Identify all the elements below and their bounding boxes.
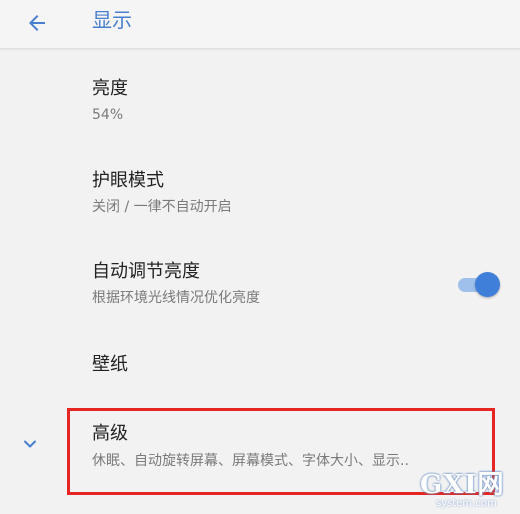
setting-brightness-value: 54% bbox=[92, 107, 124, 123]
setting-adaptive-brightness[interactable]: 自动调节亮度 根据环境光线情况优化亮度 bbox=[0, 244, 520, 328]
setting-brightness[interactable]: 亮度 54% bbox=[0, 60, 520, 140]
page-title: 显示 bbox=[92, 8, 132, 32]
setting-night-light-title: 护眼模式 bbox=[92, 170, 164, 191]
setting-night-light[interactable]: 护眼模式 关闭 / 一律不自动开启 bbox=[0, 152, 520, 236]
setting-wallpaper[interactable]: 壁纸 bbox=[0, 336, 520, 396]
app-bar: 显示 bbox=[0, 0, 520, 49]
setting-advanced-summary: 休眠、自动旋转屏幕、屏幕模式、字体大小、显示.. bbox=[92, 453, 409, 469]
setting-advanced-title: 高级 bbox=[92, 423, 128, 444]
setting-adaptive-brightness-title: 自动调节亮度 bbox=[92, 261, 200, 282]
watermark-subtext: system.com bbox=[436, 498, 497, 509]
toggle-thumb bbox=[475, 272, 500, 297]
arrow-back-icon bbox=[29, 15, 45, 31]
watermark-logo: GXI网 bbox=[420, 470, 505, 500]
adaptive-brightness-toggle[interactable] bbox=[456, 272, 500, 298]
site-watermark: GXI网 system.com bbox=[420, 470, 516, 512]
setting-adaptive-brightness-summary: 根据环境光线情况优化亮度 bbox=[92, 290, 260, 306]
chevron-down-icon[interactable] bbox=[20, 434, 40, 454]
setting-wallpaper-title: 壁纸 bbox=[92, 354, 128, 375]
setting-night-light-summary: 关闭 / 一律不自动开启 bbox=[92, 199, 232, 215]
setting-brightness-title: 亮度 bbox=[92, 78, 128, 99]
back-button[interactable] bbox=[20, 6, 54, 40]
